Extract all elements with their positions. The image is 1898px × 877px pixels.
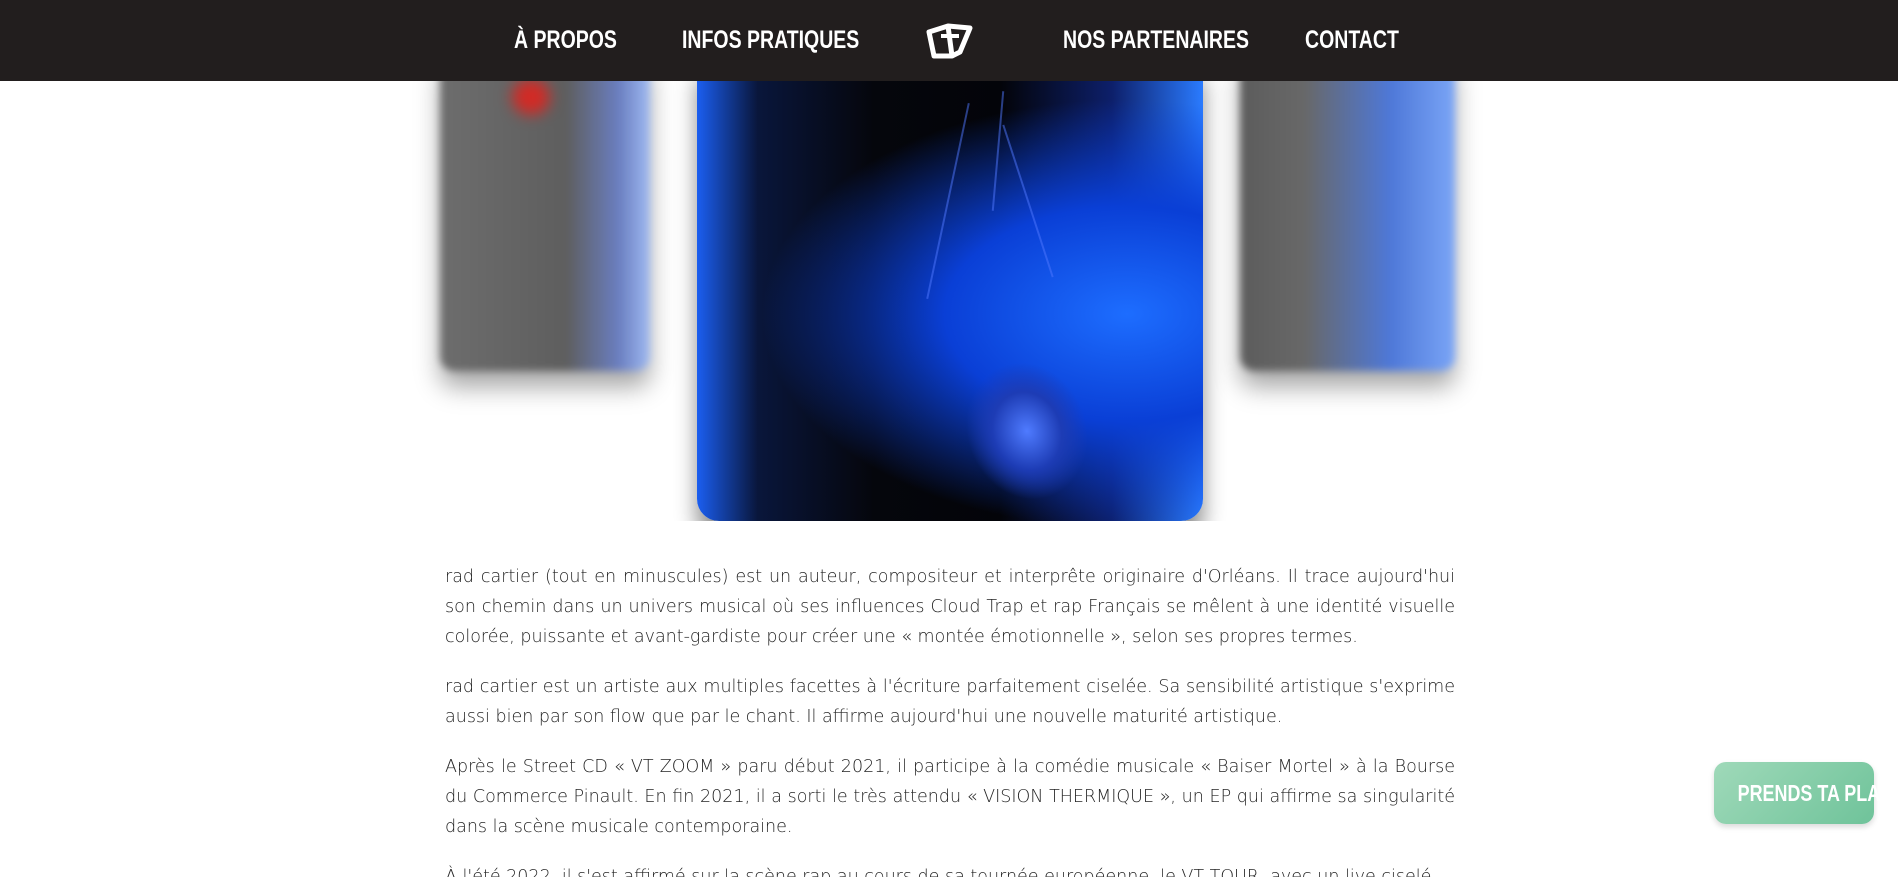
buy-ticket-label: PRENDS TA PLACE: [1737, 780, 1898, 806]
bio-paragraph: rad cartier (tout en minuscules) est un …: [445, 567, 1455, 647]
nav-link-a-propos[interactable]: À PROPOS: [514, 0, 617, 81]
jacket-detail: [926, 102, 970, 300]
artist-portrait-main: [697, 81, 1203, 521]
nav-link-nos-partenaires[interactable]: NOS PARTENAIRES: [1063, 0, 1249, 81]
festival-logo-icon[interactable]: [926, 22, 974, 60]
main-navbar: À PROPOS INFOS PRATIQUES NOS PARTENAIRES…: [0, 0, 1898, 81]
artist-photo-carousel: [0, 81, 1898, 521]
artist-biography: rad cartier (tout en minuscules) est un …: [445, 562, 1455, 877]
jacket-highlight: [946, 344, 1108, 518]
buy-ticket-button[interactable]: PRENDS TA PLACE: [1714, 762, 1898, 824]
bio-paragraph: rad cartier est un artiste aux multiples…: [445, 677, 1455, 727]
nav-link-infos-pratiques[interactable]: INFOS PRATIQUES: [682, 0, 859, 81]
bio-paragraph: À l'été 2022, il s'est affirmé sur la sc…: [445, 867, 1432, 877]
artist-photo-left-blurred[interactable]: [440, 81, 650, 371]
jacket-detail: [991, 91, 1005, 211]
nav-link-contact[interactable]: CONTACT: [1305, 0, 1399, 81]
bio-paragraph: Après le Street CD « VT ZOOM » paru débu…: [445, 757, 1455, 837]
jacket-detail: [1002, 124, 1054, 278]
artist-photo-right-blurred[interactable]: [1240, 81, 1455, 371]
